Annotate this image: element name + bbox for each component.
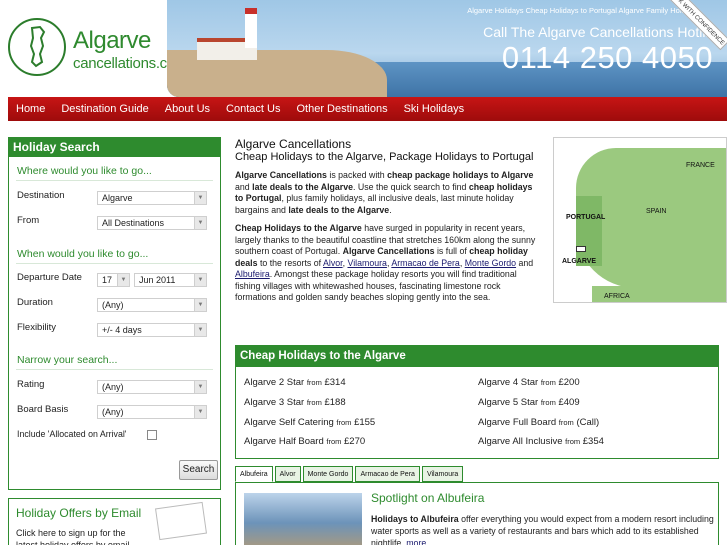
board-basis-select[interactable]: (Any) ▼ <box>97 405 207 419</box>
link-vilamoura[interactable]: Vilamoura <box>347 258 386 268</box>
flexibility-select[interactable]: +/- 4 days ▼ <box>97 323 207 337</box>
price-item[interactable]: Algarve All Inclusive from £354 <box>478 436 604 447</box>
narrow-heading: Narrow your search... <box>17 354 118 366</box>
tab-alvor[interactable]: Alvor <box>274 466 301 482</box>
holiday-search-title: Holiday Search <box>9 138 220 157</box>
search-button[interactable]: Search <box>179 460 218 480</box>
dropdown-arrow-icon: ▼ <box>194 299 206 311</box>
spotlight-text: Holidays to Albufeira offer everything y… <box>371 513 716 545</box>
destination-select[interactable]: Algarve ▼ <box>97 191 207 205</box>
cheap-holidays-title: Cheap Holidays to the Algarve <box>236 346 718 367</box>
page-subtitle: Cheap Holidays to the Algarve, Package H… <box>235 151 534 163</box>
map-label-france: FRANCE <box>686 162 715 169</box>
rating-value: (Any) <box>102 382 124 392</box>
email-offers-title: Holiday Offers by Email <box>16 506 142 520</box>
top-links[interactable]: Algarve Holidays Cheap Holidays to Portu… <box>467 6 699 15</box>
price-item[interactable]: Algarve Full Board from (Call) <box>478 417 599 428</box>
link-armacao[interactable]: Armacao de Pera <box>391 258 459 268</box>
price-item[interactable]: Algarve 4 Star from £200 <box>478 377 580 388</box>
email-offers-panel[interactable]: Holiday Offers by Email Click here to si… <box>8 498 221 545</box>
spotlight-panel: Spotlight on Albufeira Holidays to Albuf… <box>235 482 719 545</box>
dropdown-arrow-icon: ▼ <box>194 324 206 336</box>
nav-contact-us[interactable]: Contact Us <box>218 97 288 121</box>
board-basis-value: (Any) <box>102 407 124 417</box>
link-alvor[interactable]: Alvor <box>323 258 343 268</box>
map-label-spain: SPAIN <box>646 208 667 215</box>
rating-label: Rating <box>17 379 45 390</box>
nav-about-us[interactable]: About Us <box>157 97 218 121</box>
allocated-label: Include 'Allocated on Arrival' <box>17 429 127 439</box>
dropdown-arrow-icon: ▼ <box>194 192 206 204</box>
departure-month-select[interactable]: Jun 2011 ▼ <box>134 273 207 287</box>
algarve-marker-icon <box>576 246 586 252</box>
link-albufeira[interactable]: Albufeira <box>235 269 270 279</box>
price-item[interactable]: Algarve 2 Star from £314 <box>244 377 346 388</box>
dropdown-arrow-icon: ▼ <box>194 274 206 286</box>
from-label: From <box>17 215 40 226</box>
tab-monte-gordo[interactable]: Monte Gordo <box>302 466 354 482</box>
price-item[interactable]: Algarve 5 Star from £409 <box>478 397 580 408</box>
destination-value: Algarve <box>102 193 133 203</box>
tab-armacao-de-pera[interactable]: Armacao de Pera <box>355 466 420 482</box>
duration-select[interactable]: (Any) ▼ <box>97 298 207 312</box>
duration-value: (Any) <box>102 300 124 310</box>
spotlight-title: Spotlight on Albufeira <box>371 491 485 505</box>
page-title: Algarve Cancellations <box>235 137 352 151</box>
tab-vilamoura[interactable]: Vilamoura <box>421 466 464 482</box>
link-monte-gordo[interactable]: Monte Gordo <box>465 258 516 268</box>
departure-day-value: 17 <box>102 275 113 285</box>
map-label-algarve: ALGARVE <box>562 258 597 265</box>
more-link[interactable]: more <box>406 538 426 545</box>
flexibility-label: Flexibility <box>17 322 57 333</box>
price-item[interactable]: Algarve Self Catering from £155 <box>244 417 375 428</box>
dropdown-arrow-icon: ▼ <box>194 217 206 229</box>
resort-tabs: Albufeira Alvor Monte Gordo Armacao de P… <box>235 466 465 482</box>
nav-destination-guide[interactable]: Destination Guide <box>53 97 156 121</box>
allocated-checkbox[interactable] <box>147 430 157 440</box>
email-offers-desc[interactable]: Click here to sign up for the latest hol… <box>16 527 141 545</box>
intro-content: Algarve Cancellations Cheap Holidays to … <box>235 137 543 311</box>
intro-paragraph-2: Cheap Holidays to the Algarve have surge… <box>235 223 536 302</box>
site-logo[interactable]: Algarve cancellations.co.uk <box>8 18 194 78</box>
albufeira-photo <box>244 493 362 545</box>
header: Algarve cancellations.co.uk Algarve Holi… <box>0 0 727 97</box>
departure-day-select[interactable]: 17 ▼ <box>97 273 130 287</box>
destination-label: Destination <box>17 190 65 201</box>
flexibility-value: +/- 4 days <box>102 325 142 335</box>
dropdown-arrow-icon: ▼ <box>194 406 206 418</box>
hotline-phone[interactable]: 0114 250 4050 <box>502 40 713 76</box>
nav-ski-holidays[interactable]: Ski Holidays <box>396 97 473 121</box>
from-value: All Destinations <box>102 218 165 228</box>
nav-other-destinations[interactable]: Other Destinations <box>288 97 395 121</box>
tab-albufeira[interactable]: Albufeira <box>235 466 273 482</box>
from-select[interactable]: All Destinations ▼ <box>97 216 207 230</box>
price-item[interactable]: Algarve 3 Star from £188 <box>244 397 346 408</box>
cheap-holidays-panel: Cheap Holidays to the Algarve Algarve 2 … <box>235 345 719 459</box>
location-map: FRANCE SPAIN PORTUGAL ALGARVE AFRICA <box>553 137 727 303</box>
departure-label: Departure Date <box>17 272 82 283</box>
dropdown-arrow-icon: ▼ <box>117 274 129 286</box>
intro-paragraph-1: Algarve Cancellations is packed with che… <box>235 170 534 215</box>
board-basis-label: Board Basis <box>17 404 69 415</box>
map-label-portugal: PORTUGAL <box>566 214 606 221</box>
nav-home[interactable]: Home <box>8 97 53 121</box>
portugal-map-logo-icon <box>8 18 66 76</box>
logo-line-1: Algarve <box>73 27 151 54</box>
map-label-africa: AFRICA <box>604 293 630 300</box>
main-nav: Home Destination Guide About Us Contact … <box>8 97 727 121</box>
lighthouse-icon <box>245 8 257 48</box>
departure-month-value: Jun 2011 <box>139 275 176 285</box>
hotline-tagline: Call The Algarve Cancellations Hotline <box>483 24 721 40</box>
header-hero-image: Algarve Holidays Cheap Holidays to Portu… <box>167 0 727 97</box>
envelope-icon <box>155 501 207 541</box>
rating-select[interactable]: (Any) ▼ <box>97 380 207 394</box>
where-heading: Where would you like to go... <box>17 165 152 177</box>
dropdown-arrow-icon: ▼ <box>194 381 206 393</box>
holiday-search-panel: Holiday Search Where would you like to g… <box>8 137 221 490</box>
duration-label: Duration <box>17 297 53 308</box>
price-item[interactable]: Algarve Half Board from £270 <box>244 436 365 447</box>
when-heading: When would you like to go... <box>17 248 149 260</box>
